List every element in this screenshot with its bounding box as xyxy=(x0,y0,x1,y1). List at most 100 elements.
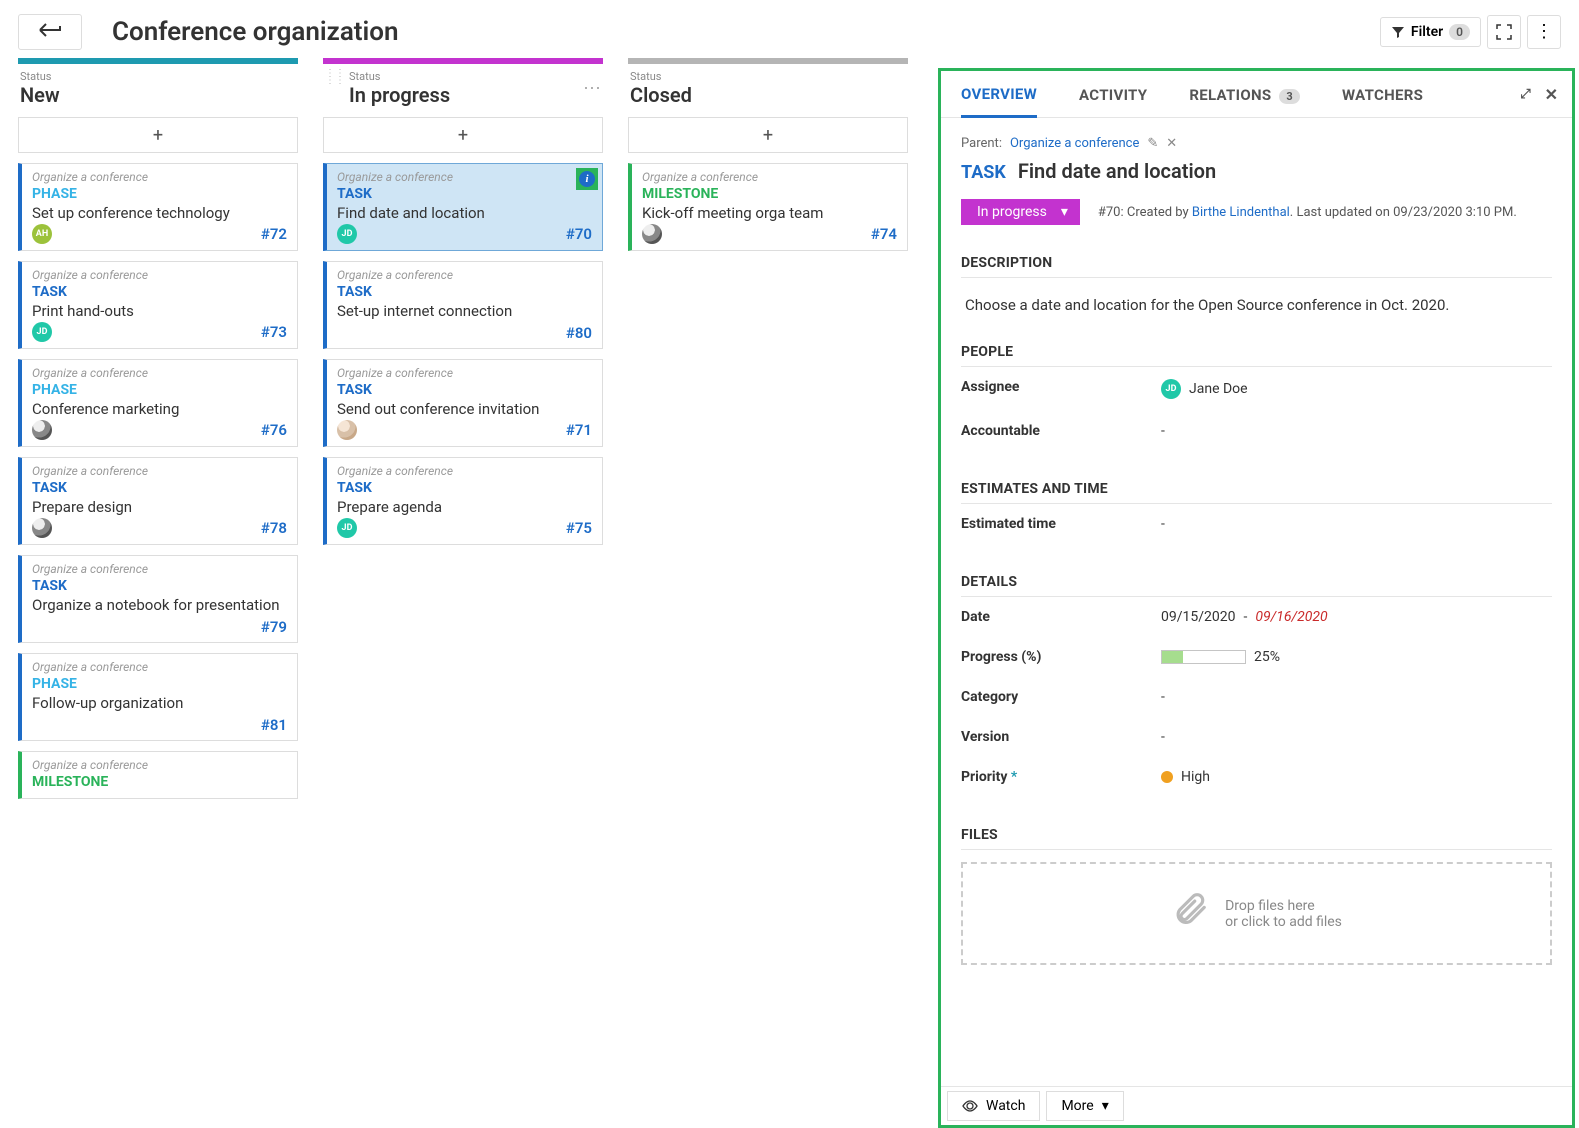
filter-button[interactable]: Filter 0 xyxy=(1380,17,1481,47)
card-title: Set up conference technology xyxy=(32,204,287,222)
card-project: Organize a conference xyxy=(337,464,592,478)
date-label: Date xyxy=(961,609,1161,625)
card-project: Organize a conference xyxy=(32,170,287,184)
assignee-label: Assignee xyxy=(961,379,1161,399)
card-id: #71 xyxy=(566,421,592,439)
card-id: #72 xyxy=(261,225,287,243)
card[interactable]: Organize a conference TASK Prepare desig… xyxy=(18,457,298,545)
card[interactable]: Organize a conference MILESTONE xyxy=(18,751,298,799)
info-icon: i xyxy=(579,171,595,187)
task-title: Find date and location xyxy=(1018,159,1216,183)
card[interactable]: Organize a conference TASK Organize a no… xyxy=(18,555,298,643)
avatar: JD xyxy=(337,224,357,244)
add-card-button[interactable]: + xyxy=(323,117,603,153)
parent-label: Parent: xyxy=(961,136,1002,151)
priority-dot-icon xyxy=(1161,771,1173,783)
expand-panel-icon[interactable]: ⤢ xyxy=(1520,87,1530,102)
progress-value[interactable]: 25% xyxy=(1161,649,1552,665)
card[interactable]: Organize a conference PHASE Set up confe… xyxy=(18,163,298,251)
card[interactable]: Organize a conference TASK Print hand-ou… xyxy=(18,261,298,349)
status-label: Status xyxy=(20,70,60,83)
estimated-time-value[interactable]: - xyxy=(1161,516,1552,532)
card-project: Organize a conference xyxy=(32,562,287,576)
card[interactable]: Organize a conference TASK Set-up intern… xyxy=(323,261,603,349)
status-name: New xyxy=(20,83,60,107)
date-value[interactable]: 09/15/2020 - 09/16/2020 xyxy=(1161,609,1552,625)
filter-count-badge: 0 xyxy=(1449,24,1470,40)
avatar xyxy=(337,420,357,440)
card-title: Kick-off meeting orga team xyxy=(642,204,897,222)
add-card-button[interactable]: + xyxy=(18,117,298,153)
status-dropdown[interactable]: In progress ▾ xyxy=(961,199,1080,225)
card-project: Organize a conference xyxy=(32,758,287,772)
card-project: Organize a conference xyxy=(642,170,897,184)
drag-handle-icon[interactable]: ⋮⋮⋮⋮ xyxy=(325,70,349,84)
chevron-down-icon: ▾ xyxy=(1061,204,1068,220)
section-description-heading: DESCRIPTION xyxy=(961,255,1552,278)
more-button[interactable]: More ▾ xyxy=(1046,1091,1123,1121)
tab-relations-count: 3 xyxy=(1279,89,1300,104)
tab-activity[interactable]: ACTIVITY xyxy=(1079,86,1147,116)
category-value[interactable]: - xyxy=(1161,689,1552,705)
card-project: Organize a conference xyxy=(337,170,592,184)
avatar: JD xyxy=(1161,379,1181,399)
column-more-icon[interactable]: ⋯ xyxy=(583,70,601,99)
back-button[interactable] xyxy=(18,14,82,50)
card-project: Organize a conference xyxy=(32,366,287,380)
watch-button[interactable]: Watch xyxy=(947,1091,1040,1121)
kebab-menu-button[interactable]: ⋮ xyxy=(1527,15,1561,49)
avatar xyxy=(32,518,52,538)
card-selected[interactable]: i Organize a conference TASK Find date a… xyxy=(323,163,603,251)
file-dropzone[interactable]: Drop files here or click to add files xyxy=(961,862,1552,965)
card-title: Prepare agenda xyxy=(337,498,592,516)
card[interactable]: Organize a conference TASK Send out conf… xyxy=(323,359,603,447)
task-meta: #70: Created by Birthe Lindenthal. Last … xyxy=(1098,205,1517,220)
back-arrow-icon xyxy=(39,23,61,37)
section-estimates-heading: ESTIMATES AND TIME xyxy=(961,481,1552,504)
fullscreen-button[interactable] xyxy=(1487,15,1521,49)
card-type: TASK xyxy=(32,480,287,496)
fullscreen-icon xyxy=(1496,24,1512,40)
status-value: In progress xyxy=(977,204,1047,220)
accountable-value[interactable]: - xyxy=(1161,423,1552,439)
estimated-time-label: Estimated time xyxy=(961,516,1161,532)
status-name: In progress xyxy=(349,83,450,107)
card-title: Print hand-outs xyxy=(32,302,287,320)
tab-relations[interactable]: RELATIONS 3 xyxy=(1189,86,1300,116)
card-type: TASK xyxy=(337,480,592,496)
tab-overview[interactable]: OVERVIEW xyxy=(961,85,1037,118)
card-id: #73 xyxy=(261,323,287,341)
card-type: TASK xyxy=(337,284,592,300)
edit-parent-icon[interactable]: ✎ xyxy=(1147,136,1158,151)
card[interactable]: Organize a conference PHASE Conference m… xyxy=(18,359,298,447)
version-value[interactable]: - xyxy=(1161,729,1552,745)
add-card-button[interactable]: + xyxy=(628,117,908,153)
panel-tabs: OVERVIEW ACTIVITY RELATIONS 3 WATCHERS ⤢… xyxy=(941,71,1572,118)
card-project: Organize a conference xyxy=(337,268,592,282)
accountable-label: Accountable xyxy=(961,423,1161,439)
author-link[interactable]: Birthe Lindenthal xyxy=(1192,205,1290,220)
card-title: Conference marketing xyxy=(32,400,287,418)
remove-parent-icon[interactable]: ✕ xyxy=(1166,136,1177,151)
category-label: Category xyxy=(961,689,1161,705)
card[interactable]: Organize a conference TASK Prepare agend… xyxy=(323,457,603,545)
status-label: Status xyxy=(630,70,692,83)
progress-fill xyxy=(1162,651,1183,663)
close-panel-icon[interactable]: ✕ xyxy=(1545,85,1558,104)
section-details-heading: DETAILS xyxy=(961,574,1552,597)
card[interactable]: Organize a conference MILESTONE Kick-off… xyxy=(628,163,908,251)
card-project: Organize a conference xyxy=(32,268,287,282)
section-people-heading: PEOPLE xyxy=(961,344,1552,367)
assignee-value[interactable]: JD Jane Doe xyxy=(1161,379,1552,399)
card-type: PHASE xyxy=(32,186,287,202)
card-id: #81 xyxy=(261,716,287,734)
task-type-label: TASK xyxy=(961,162,1006,183)
card[interactable]: Organize a conference PHASE Follow-up or… xyxy=(18,653,298,741)
progress-bar xyxy=(1161,650,1246,664)
tab-watchers[interactable]: WATCHERS xyxy=(1342,86,1423,116)
filter-label: Filter xyxy=(1411,24,1443,40)
avatar: AH xyxy=(32,224,52,244)
priority-value[interactable]: High xyxy=(1161,769,1552,785)
parent-link[interactable]: Organize a conference xyxy=(1010,136,1139,151)
column-in-progress: ⋮⋮⋮⋮ Status In progress ⋯ + i Organize a… xyxy=(323,58,603,809)
